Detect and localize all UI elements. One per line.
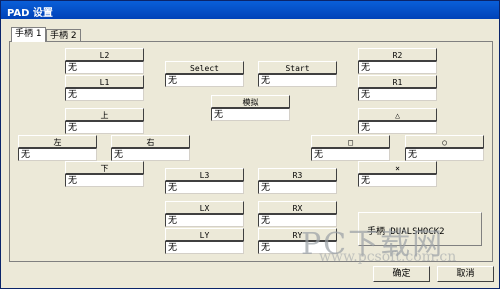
- lx-field[interactable]: 无: [165, 214, 244, 227]
- l3-label: L3: [165, 168, 244, 181]
- r1-field[interactable]: 无: [358, 88, 437, 101]
- start-label: Start: [258, 61, 337, 74]
- title-bar: PAD 设置: [1, 1, 499, 19]
- dpad-right-field[interactable]: 无: [111, 148, 190, 161]
- analog-field[interactable]: 无: [211, 108, 290, 121]
- pad-settings-window: PAD 设置 手柄 1 手柄 2 L2 无 L1 无 上 无 左 无 右 无 下…: [0, 0, 500, 289]
- r3-field[interactable]: 无: [258, 181, 337, 194]
- ok-button[interactable]: 确定: [373, 266, 430, 282]
- triangle-label: △: [358, 108, 437, 121]
- dpad-down-label: 下: [65, 161, 144, 174]
- square-label: □: [311, 135, 390, 148]
- start-field[interactable]: 无: [258, 74, 337, 87]
- dpad-right-label: 右: [111, 135, 190, 148]
- r1-label: R1: [358, 75, 437, 88]
- dpad-up-label: 上: [65, 108, 144, 121]
- analog-label: 模拟: [211, 95, 290, 108]
- window-title: PAD 设置: [7, 8, 53, 19]
- watermark-url: www.pcsoft.com.cn: [319, 249, 457, 265]
- l2-label: L2: [65, 48, 144, 61]
- l3-field[interactable]: 无: [165, 181, 244, 194]
- select-field[interactable]: 无: [165, 74, 244, 87]
- cancel-button[interactable]: 取消: [437, 266, 494, 282]
- l2-field[interactable]: 无: [65, 61, 144, 74]
- dpad-left-field[interactable]: 无: [18, 148, 97, 161]
- ly-label: LY: [165, 228, 244, 241]
- triangle-field[interactable]: 无: [358, 121, 437, 134]
- square-field[interactable]: 无: [311, 148, 390, 161]
- ly-field[interactable]: 无: [165, 241, 244, 254]
- lx-label: LX: [165, 201, 244, 214]
- dpad-down-field[interactable]: 无: [65, 174, 144, 187]
- l1-field[interactable]: 无: [65, 88, 144, 101]
- rx-label: RX: [258, 201, 337, 214]
- r3-label: R3: [258, 168, 337, 181]
- tab-pad-1[interactable]: 手柄 1: [11, 27, 46, 42]
- cross-label: ×: [358, 161, 437, 174]
- select-label: Select: [165, 61, 244, 74]
- dpad-left-label: 左: [18, 135, 97, 148]
- l1-label: L1: [65, 75, 144, 88]
- circle-field[interactable]: 无: [405, 148, 484, 161]
- dpad-up-field[interactable]: 无: [65, 121, 144, 134]
- circle-label: ○: [405, 135, 484, 148]
- r2-field[interactable]: 无: [358, 61, 437, 74]
- cross-field[interactable]: 无: [358, 174, 437, 187]
- r2-label: R2: [358, 48, 437, 61]
